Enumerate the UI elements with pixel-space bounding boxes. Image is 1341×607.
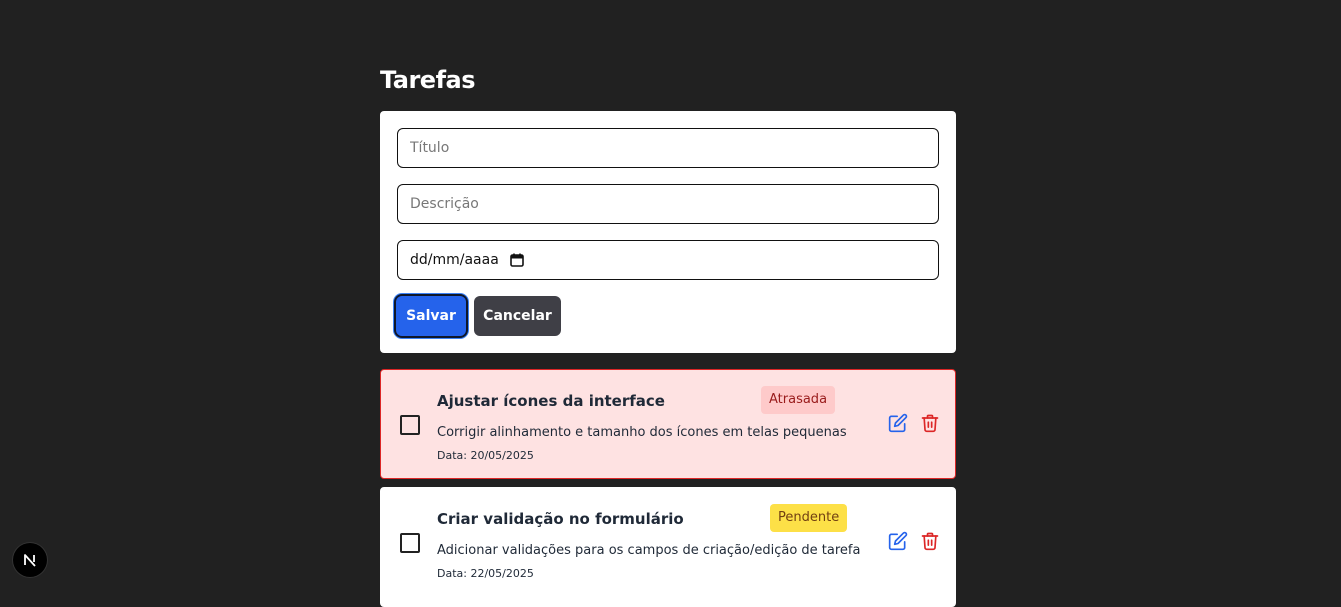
trash-icon[interactable] [920,413,940,433]
status-badge: Atrasada [761,386,836,414]
task-description: Adicionar validações para os campos de c… [437,543,861,558]
date-input[interactable]: dd/mm/aaaa [397,240,939,280]
description-input[interactable] [397,184,939,224]
task-date: Data: 20/05/2025 [437,449,534,462]
task-card: Ajustar ícones da interface Atrasada Cor… [380,369,956,479]
title-input[interactable] [397,128,939,168]
nextjs-n-icon [24,554,36,567]
trash-icon[interactable] [920,531,940,551]
cancel-button[interactable]: Cancelar [474,296,561,336]
calendar-icon[interactable] [509,252,525,268]
nextjs-logo[interactable] [13,543,47,577]
edit-icon[interactable] [888,531,908,551]
task-form: dd/mm/aaaa Salvar Cancelar [380,111,956,353]
save-button[interactable]: Salvar [396,296,466,336]
edit-icon[interactable] [888,413,908,433]
task-date: Data: 22/05/2025 [437,567,534,580]
task-card: Criar validação no formulário Pendente A… [380,487,956,607]
task-complete-checkbox[interactable] [400,533,420,553]
task-complete-checkbox[interactable] [400,415,420,435]
task-title: Ajustar ícones da interface [437,392,665,410]
page-title: Tarefas [380,66,476,94]
date-input-value: dd/mm/aaaa [410,252,499,268]
task-title: Criar validação no formulário [437,510,684,528]
status-badge: Pendente [770,504,848,532]
task-description: Corrigir alinhamento e tamanho dos ícone… [437,425,847,440]
